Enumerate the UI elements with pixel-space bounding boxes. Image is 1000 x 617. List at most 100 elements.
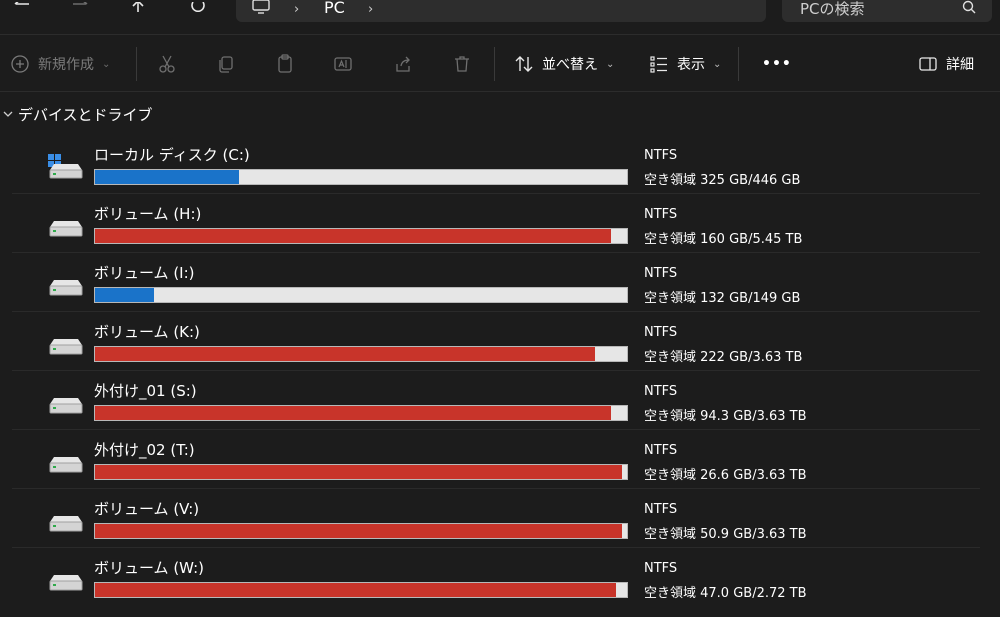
drive-name: ローカル ディスク (C:) [94,146,250,164]
free-space-label: 空き領域 132 GB/149 GB [644,291,801,306]
list-view-icon [650,56,667,73]
drive-name: 外付け_01 (S:) [94,382,197,400]
usage-bar-fill [95,229,612,243]
drive-name: ボリューム (H:) [94,205,202,223]
drive-item[interactable]: ボリューム (W:) NTFS 空き領域 47.0 GB/2.72 TB [12,549,980,607]
usage-bar [94,169,628,185]
clipboard-icon [278,54,292,73]
drive-icon [46,445,86,475]
usage-bar-fill [95,524,622,538]
drive-item[interactable]: 外付け_01 (S:) NTFS 空き領域 94.3 GB/3.63 TB [12,372,980,430]
free-space-label: 空き領域 26.6 GB/3.63 TB [644,468,807,483]
trash-icon [455,56,469,72]
devices-drives-header[interactable]: デバイスとドライブ [0,100,153,128]
usage-bar [94,287,628,303]
drive-name: ボリューム (K:) [94,323,200,341]
address-bar[interactable]: › PC › [236,0,766,22]
drive-item[interactable]: ボリューム (I:) NTFS 空き領域 132 GB/149 GB [12,254,980,312]
back-arrow-icon[interactable] [2,0,42,10]
sort-label: 並べ替え [542,57,598,73]
drive-icon [46,504,86,534]
rename-button[interactable] [333,35,353,93]
windows-drive-icon [46,150,86,180]
more-options-button[interactable]: ••• [762,35,792,93]
chevron-down-icon: ⌄ [713,58,722,70]
filesystem-label: NTFS [644,561,678,576]
search-box[interactable]: PCの検索 [782,0,992,22]
usage-bar-fill [95,170,239,184]
filesystem-label: NTFS [644,502,678,517]
toolbar-divider [494,47,495,81]
details-label: 詳細 [946,57,974,73]
drive-icon [46,386,86,416]
usage-bar [94,582,628,598]
drive-name: ボリューム (W:) [94,559,205,577]
filesystem-label: NTFS [644,207,678,222]
copy-button[interactable] [216,35,236,93]
toolbar-divider [136,47,137,81]
sort-arrows-icon [515,56,533,72]
free-space-label: 空き領域 47.0 GB/2.72 TB [644,586,807,601]
drive-item[interactable]: 外付け_02 (T:) NTFS 空き領域 26.6 GB/3.63 TB [12,431,980,489]
plus-circle-icon [11,55,29,73]
drive-icon [46,268,86,298]
drive-name: ボリューム (V:) [94,500,200,518]
usage-bar-fill [95,347,596,361]
copy-icon [219,56,233,73]
more-icon: ••• [762,56,792,72]
section-title: デバイスとドライブ [18,105,153,124]
drive-name: ボリューム (I:) [94,264,195,282]
breadcrumb-separator: › [294,2,300,17]
usage-bar [94,464,628,480]
chevron-down-icon [3,111,13,117]
drive-item[interactable]: ボリューム (K:) NTFS 空き領域 222 GB/3.63 TB [12,313,980,371]
filesystem-label: NTFS [644,266,678,281]
scissors-icon [159,55,175,73]
search-placeholder: PCの検索 [800,0,865,18]
drive-item[interactable]: ローカル ディスク (C:) NTFS 空き領域 325 GB/446 GB [12,136,980,194]
drive-icon [46,209,86,239]
new-label: 新規作成 [38,57,94,73]
drive-item[interactable]: ボリューム (V:) NTFS 空き領域 50.9 GB/3.63 TB [12,490,980,548]
forward-arrow-icon[interactable] [60,0,100,10]
breadcrumb-pc[interactable]: PC [324,0,345,17]
usage-bar [94,523,628,539]
free-space-label: 空き領域 50.9 GB/3.63 TB [644,527,807,542]
usage-bar-fill [95,288,154,302]
chevron-down-icon: ⌄ [102,58,111,70]
drive-icon [46,563,86,593]
usage-bar [94,228,628,244]
free-space-label: 空き領域 94.3 GB/3.63 TB [644,409,807,424]
free-space-label: 空き領域 325 GB/446 GB [644,173,801,188]
usage-bar [94,346,628,362]
title-bar: › PC › PCの検索 [0,0,1000,34]
paste-button[interactable] [275,35,295,93]
breadcrumb-separator[interactable]: › [368,2,373,17]
view-button[interactable]: 表示 ⌄ [649,35,721,93]
free-space-label: 空き領域 160 GB/5.45 TB [644,232,803,247]
usage-bar [94,405,628,421]
filesystem-label: NTFS [644,384,678,399]
up-arrow-icon[interactable] [118,0,158,12]
share-button[interactable] [393,35,413,93]
new-button[interactable]: 新規作成 ⌄ [10,35,110,93]
usage-bar-fill [95,406,612,420]
sort-button[interactable]: 並べ替え ⌄ [514,35,614,93]
computer-icon [252,0,270,14]
delete-button[interactable] [452,35,472,93]
view-label: 表示 [677,57,705,73]
drive-icon [46,327,86,357]
details-pane-button[interactable]: 詳細 [918,35,974,93]
share-icon [396,56,410,72]
free-space-label: 空き領域 222 GB/3.63 TB [644,350,803,365]
filesystem-label: NTFS [644,325,678,340]
cut-button[interactable] [157,35,177,93]
chevron-down-icon: ⌄ [606,58,615,70]
search-icon[interactable] [962,0,976,14]
refresh-icon[interactable] [178,0,218,13]
details-pane-icon [919,57,937,71]
command-bar: 新規作成 ⌄ 並べ替え ⌄ 表示 ⌄ ••• 詳細 [0,34,1000,92]
rename-icon [334,57,352,71]
usage-bar-fill [95,583,617,597]
drive-item[interactable]: ボリューム (H:) NTFS 空き領域 160 GB/5.45 TB [12,195,980,253]
